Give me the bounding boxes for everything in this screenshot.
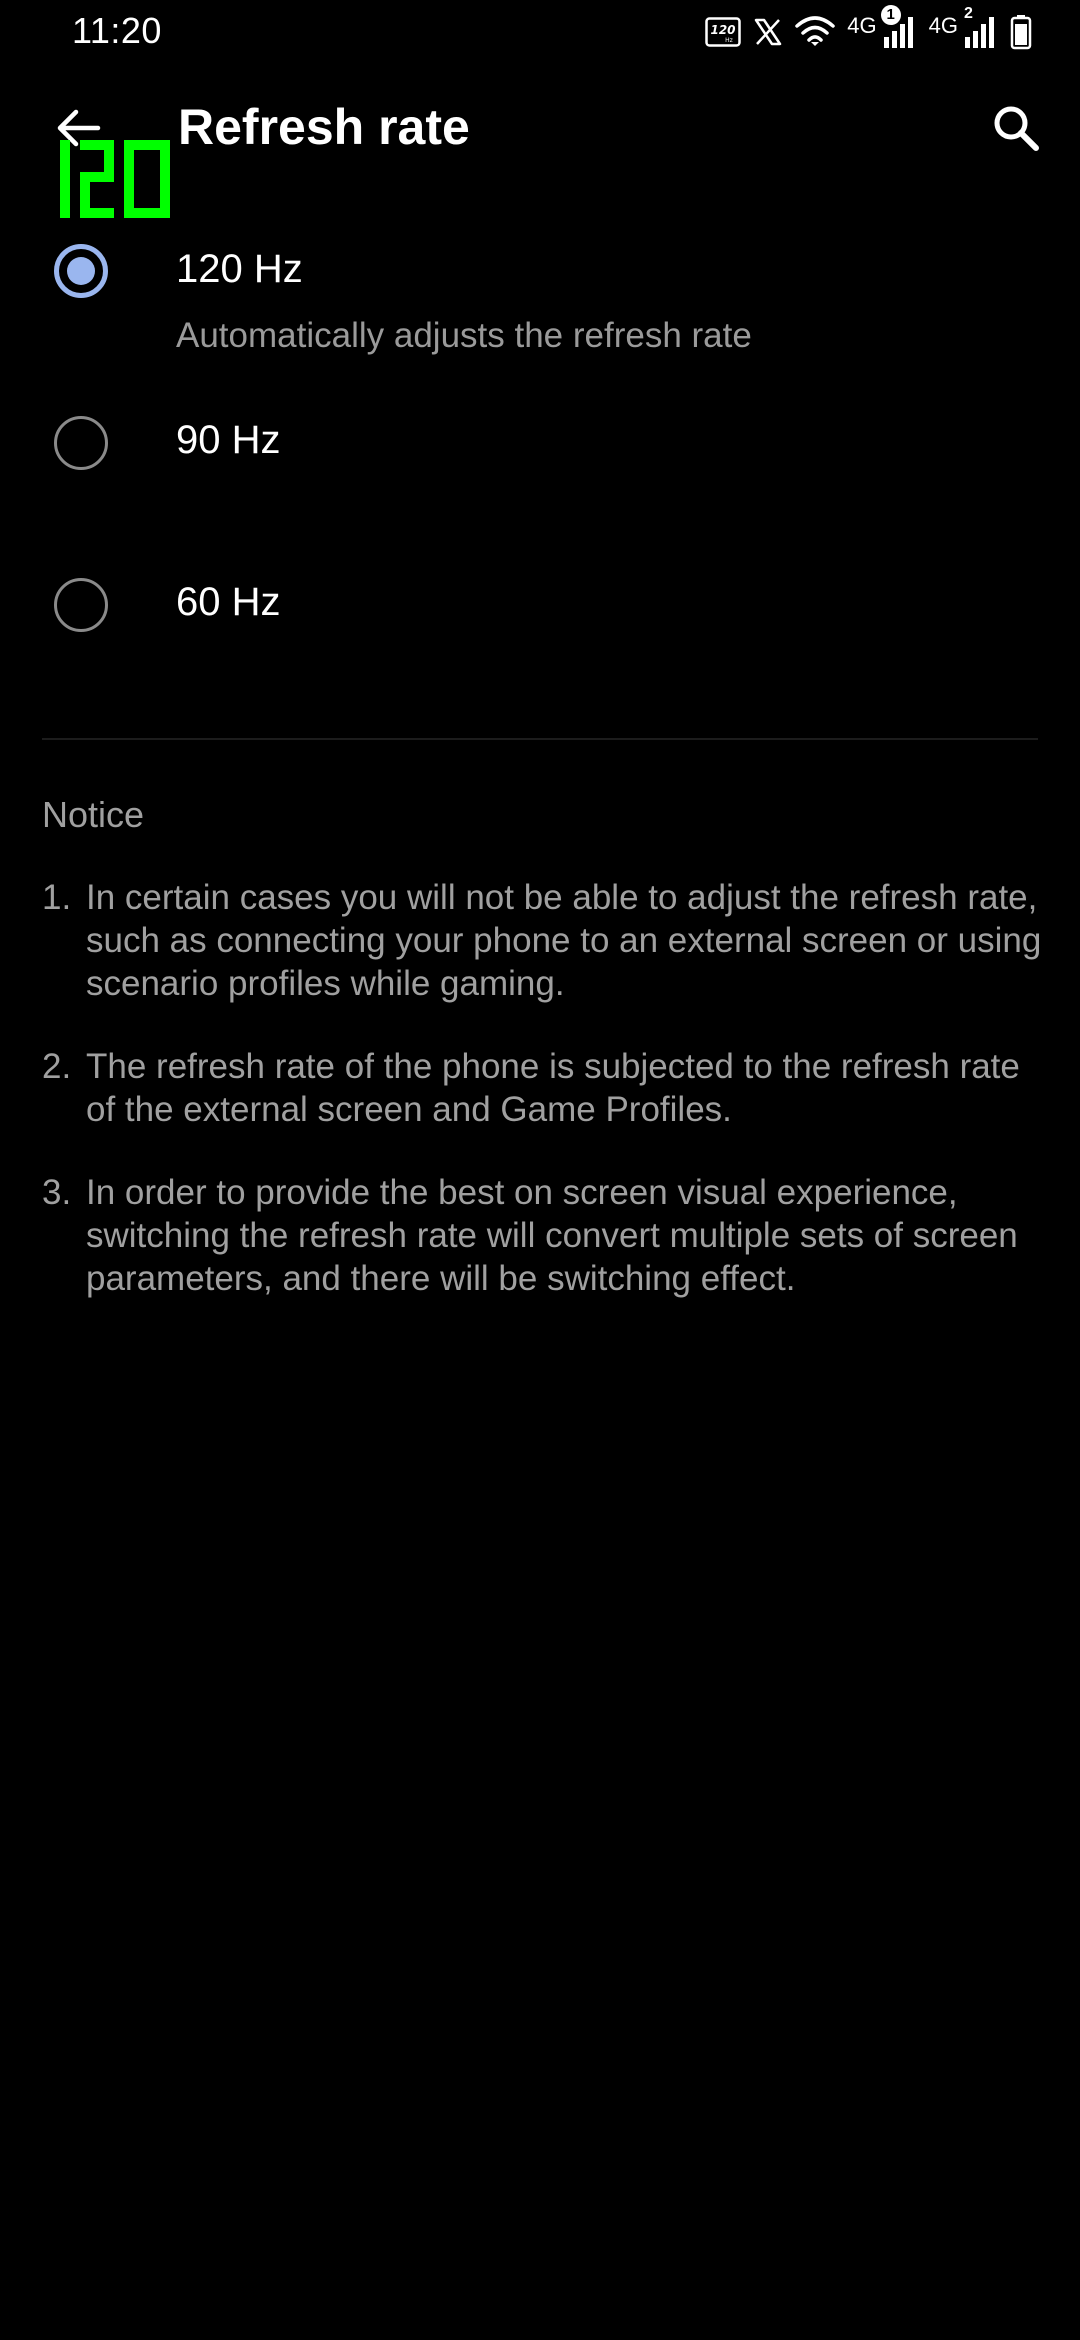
notice-item-number: 3. [42,1173,72,1212]
option-60hz[interactable]: 60 Hz [0,562,1080,692]
option-label: 120 Hz [176,247,303,291]
fps-counter-overlay: 120 [56,136,176,222]
option-90hz[interactable]: 90 Hz [0,400,1080,530]
notice-item: 2. The refresh rate of the phone is subj… [42,1045,1042,1131]
sim-badge: 1 [880,5,901,25]
option-label: 90 Hz [176,418,281,462]
divider [42,738,1038,740]
signal-sim1-icon: 4G 1 [847,5,916,49]
network-type-label: 4G [928,13,958,38]
option-120hz[interactable]: 120 Hz Automatically adjusts the refresh… [0,230,1080,380]
radio-button[interactable] [54,416,108,470]
notice-item-number: 2. [42,1047,72,1086]
svg-text:Hz: Hz [725,37,733,44]
notice-item-number: 1. [42,878,72,917]
search-button[interactable] [978,90,1054,166]
option-label: 60 Hz [176,580,281,624]
notice-item-text: In order to provide the best on screen v… [86,1173,1018,1298]
status-bar: 11:20 120 Hz 4G 1 4G 2 [0,0,1080,66]
notice-item: 3. In order to provide the best on scree… [42,1171,1042,1300]
notice-list: 1. In certain cases you will not be able… [42,876,1042,1340]
notice-item: 1. In certain cases you will not be able… [42,876,1042,1005]
status-icons: 120 Hz 4G 1 4G 2 [705,5,1032,54]
radio-button-selected[interactable] [54,244,108,298]
option-summary: Automatically adjusts the refresh rate [176,316,752,355]
notice-title: Notice [42,794,145,835]
battery-icon [1010,14,1032,50]
radio-button[interactable] [54,578,108,632]
svg-text:120: 120 [711,23,736,37]
status-time: 11:20 [72,10,162,51]
wifi-icon [795,14,836,50]
sim-number: 2 [964,5,973,22]
search-icon [994,106,1039,151]
page-title: Refresh rate [178,99,470,155]
network-type-label: 4G [847,13,877,38]
notice-item-text: The refresh rate of the phone is subject… [86,1047,1020,1129]
x-app-icon [753,18,783,46]
notice-item-text: In certain cases you will not be able to… [86,878,1042,1003]
refresh-rate-120hz-icon: 120 Hz [705,17,742,47]
signal-sim2-icon: 4G 2 [928,5,998,49]
